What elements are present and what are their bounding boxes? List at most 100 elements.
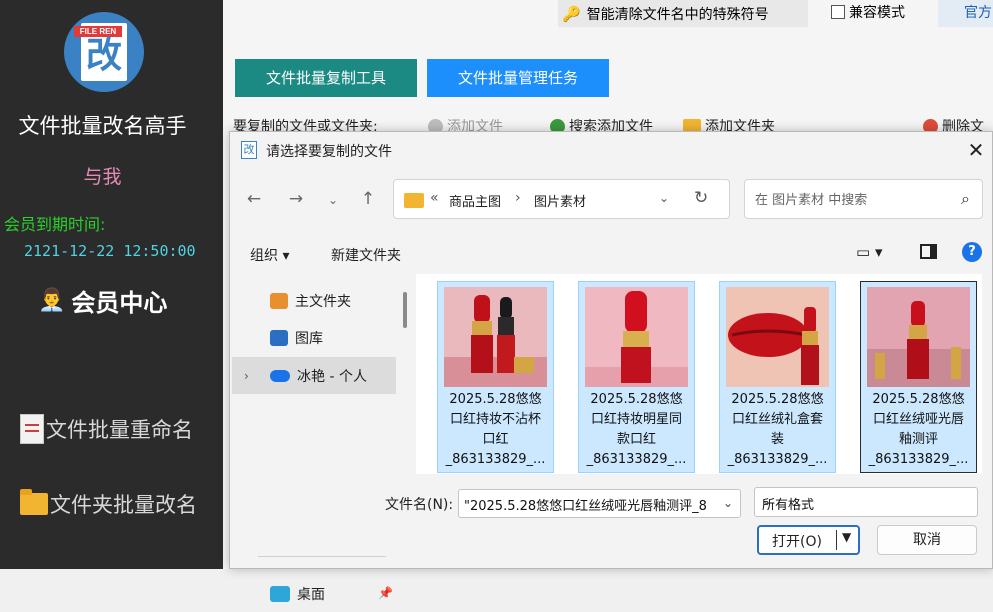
member-user-icon: 👨‍💼 xyxy=(38,287,66,313)
official-link[interactable]: 官方 xyxy=(938,0,993,27)
desktop-icon xyxy=(270,585,290,602)
address-bar[interactable]: « 商品主图 › 图片素材 ⌄ ↻ xyxy=(393,179,730,219)
clear-special-chars-label: 智能清除文件名中的特殊符号 xyxy=(586,6,769,23)
file-name-line: 2025.5.28悠悠 xyxy=(731,392,824,407)
file-name-line: 口红丝绒礼盒套 xyxy=(731,412,823,427)
nav-item-label: 主文件夹 xyxy=(295,293,351,310)
file-name-line: _863133829_... xyxy=(586,452,687,467)
preview-pane-icon[interactable] xyxy=(920,244,937,259)
member-expire-label: 会员到期时间: xyxy=(4,215,106,234)
sidebar: FILE REN 改 文件批量改名高手 与我 会员到期时间: 2121-12-2… xyxy=(0,0,223,569)
gallery-icon xyxy=(270,329,288,346)
nav-file-rename[interactable]: 文件批量重命名 xyxy=(20,414,193,444)
file-name-line: 口红丝绒哑光唇 xyxy=(872,412,964,427)
breadcrumb-item[interactable]: 商品主图 xyxy=(449,191,501,210)
file-name: 2025.5.28悠悠 口红丝绒礼盒套 装 _863133829_... xyxy=(722,390,833,470)
chevron-down-icon: ⌄ xyxy=(762,494,773,508)
nav-folder-rename[interactable]: 文件夹批量改名 xyxy=(20,489,197,519)
file-name-line: 装 xyxy=(770,432,784,447)
logo-glyph: 改 xyxy=(85,35,122,76)
checkbox-box[interactable] xyxy=(831,5,845,19)
file-tile-focused[interactable]: 2025.5.28悠悠 口红丝绒哑光唇 釉测评 _863133829_... xyxy=(860,281,977,473)
recent-locations-chevron-icon[interactable]: ⌄ xyxy=(323,193,343,207)
file-name-line: 2025.5.28悠悠 xyxy=(872,392,965,407)
search-input[interactable] xyxy=(755,190,945,210)
member-center-button[interactable]: 👨‍💼 会员中心 xyxy=(38,282,167,318)
filetype-select[interactable]: 所有格式 ⌄ xyxy=(754,487,978,517)
filename-field[interactable]: "2025.5.28悠悠口红丝绒哑光唇釉测评_8 ⌄ xyxy=(458,489,741,518)
file-thumbnail xyxy=(726,287,829,387)
file-name-line: 釉测评 xyxy=(898,432,938,447)
chevron-right-icon[interactable]: › xyxy=(244,369,249,383)
nav-item-onedrive[interactable]: › 冰艳 - 个人 xyxy=(232,357,396,394)
file-name: 2025.5.28悠悠 口红持妆明星同 款口红 _863133829_... xyxy=(581,390,692,470)
breadcrumb-item[interactable]: 图片素材 xyxy=(534,191,586,210)
open-button-label: 打开(O) xyxy=(772,534,822,550)
navigation-pane: 主文件夹 图库 › 冰艳 - 个人 桌面 📌 xyxy=(230,274,398,603)
file-name-line: 口红持妆明星同 xyxy=(590,412,682,427)
filename-label: 文件名(N): xyxy=(385,497,454,513)
file-thumbnail xyxy=(585,287,688,387)
file-name-line: 2025.5.28悠悠 xyxy=(590,392,683,407)
forward-arrow-icon[interactable]: → xyxy=(286,189,306,209)
file-open-dialog: 改 请选择要复制的文件 ✕ ← → ⌄ ↑ « 商品主图 › 图片素材 ⌄ ↻ … xyxy=(229,131,993,603)
chevron-down-icon[interactable]: ⌄ xyxy=(716,490,740,517)
view-options-icon[interactable]: ▭ ▾ xyxy=(856,243,882,261)
dialog-title: 请选择要复制的文件 xyxy=(266,144,392,160)
file-name-line: 款口红 xyxy=(616,432,656,447)
new-folder-button[interactable]: 新建文件夹 xyxy=(331,245,401,265)
member-expire-date: 2121-12-22 12:50:00 xyxy=(24,242,196,260)
nav-folder-rename-label: 文件夹批量改名 xyxy=(50,493,197,517)
compat-mode-label: 兼容模式 xyxy=(849,5,905,21)
clear-special-chars-button[interactable]: 🔑 智能清除文件名中的特殊符号 xyxy=(558,0,808,27)
nav-scrollbar[interactable] xyxy=(403,292,407,328)
nav-item-label: 冰艳 - 个人 xyxy=(297,368,367,385)
folder-icon xyxy=(404,193,424,208)
tab-batch-copy[interactable]: 文件批量复制工具 xyxy=(235,59,417,97)
search-icon[interactable]: ⌕ xyxy=(961,189,970,209)
compat-mode-checkbox[interactable]: 兼容模式 xyxy=(831,2,905,22)
file-name-line: _863133829_... xyxy=(445,452,546,467)
back-arrow-icon[interactable]: ← xyxy=(244,189,264,209)
open-dropdown-arrow-icon[interactable]: ▼ xyxy=(842,530,851,544)
cancel-button[interactable]: 取消 xyxy=(877,525,977,555)
file-list: 2025.5.28悠悠 口红持妆不沾杯 口红 _863133829_... 20… xyxy=(416,274,982,474)
close-icon[interactable]: ✕ xyxy=(964,138,988,162)
app-logo: FILE REN 改 xyxy=(64,12,144,92)
nav-item-gallery[interactable]: 图库 xyxy=(232,319,396,356)
file-thumbnail xyxy=(444,287,547,387)
with-me-link[interactable]: 与我 xyxy=(0,162,205,189)
nav-divider xyxy=(258,556,386,557)
search-box[interactable]: ⌕ xyxy=(744,179,983,219)
file-tile[interactable]: 2025.5.28悠悠 口红丝绒礼盒套 装 _863133829_... xyxy=(719,281,836,473)
nav-item-home[interactable]: 主文件夹 xyxy=(232,282,396,319)
filename-value[interactable]: "2025.5.28悠悠口红丝绒哑光唇釉测评_8 xyxy=(464,495,707,514)
file-name-line: _863133829_... xyxy=(727,452,828,467)
nav-file-rename-label: 文件批量重命名 xyxy=(46,418,193,442)
nav-item-label: 桌面 xyxy=(297,586,325,603)
nav-item-desktop[interactable]: 桌面 xyxy=(232,575,396,612)
folder-icon xyxy=(20,489,48,515)
tab-batch-manage[interactable]: 文件批量管理任务 xyxy=(427,59,609,97)
open-button[interactable]: 打开(O) ▼ xyxy=(757,525,860,555)
nav-item-label: 图库 xyxy=(295,330,323,347)
file-tile[interactable]: 2025.5.28悠悠 口红持妆不沾杯 口红 _863133829_... xyxy=(437,281,554,473)
app-title: 文件批量改名高手 xyxy=(18,114,187,138)
file-name-line: 口红持妆不沾杯 xyxy=(449,412,541,427)
up-arrow-icon[interactable]: ↑ xyxy=(358,189,378,209)
chevron-down-icon[interactable]: ⌄ xyxy=(659,191,669,205)
breadcrumb-separator-icon[interactable]: › xyxy=(515,190,521,206)
file-name: 2025.5.28悠悠 口红丝绒哑光唇 釉测评 _863133829_... xyxy=(863,390,974,470)
organize-menu[interactable]: 组织 ▾ xyxy=(250,245,289,265)
wand-icon: 🔑 xyxy=(562,4,581,23)
refresh-icon[interactable]: ↻ xyxy=(694,188,708,208)
dialog-app-icon: 改 xyxy=(241,141,257,159)
home-icon xyxy=(270,292,288,309)
cloud-icon xyxy=(270,369,290,382)
dialog-titlebar[interactable]: 改 请选择要复制的文件 ✕ xyxy=(230,132,992,168)
pin-icon[interactable]: 📌 xyxy=(378,586,393,600)
file-name-line: 2025.5.28悠悠 xyxy=(449,392,542,407)
help-icon[interactable]: ? xyxy=(962,242,982,262)
file-tile[interactable]: 2025.5.28悠悠 口红持妆明星同 款口红 _863133829_... xyxy=(578,281,695,473)
breadcrumb-overflow-icon[interactable]: « xyxy=(430,190,439,206)
